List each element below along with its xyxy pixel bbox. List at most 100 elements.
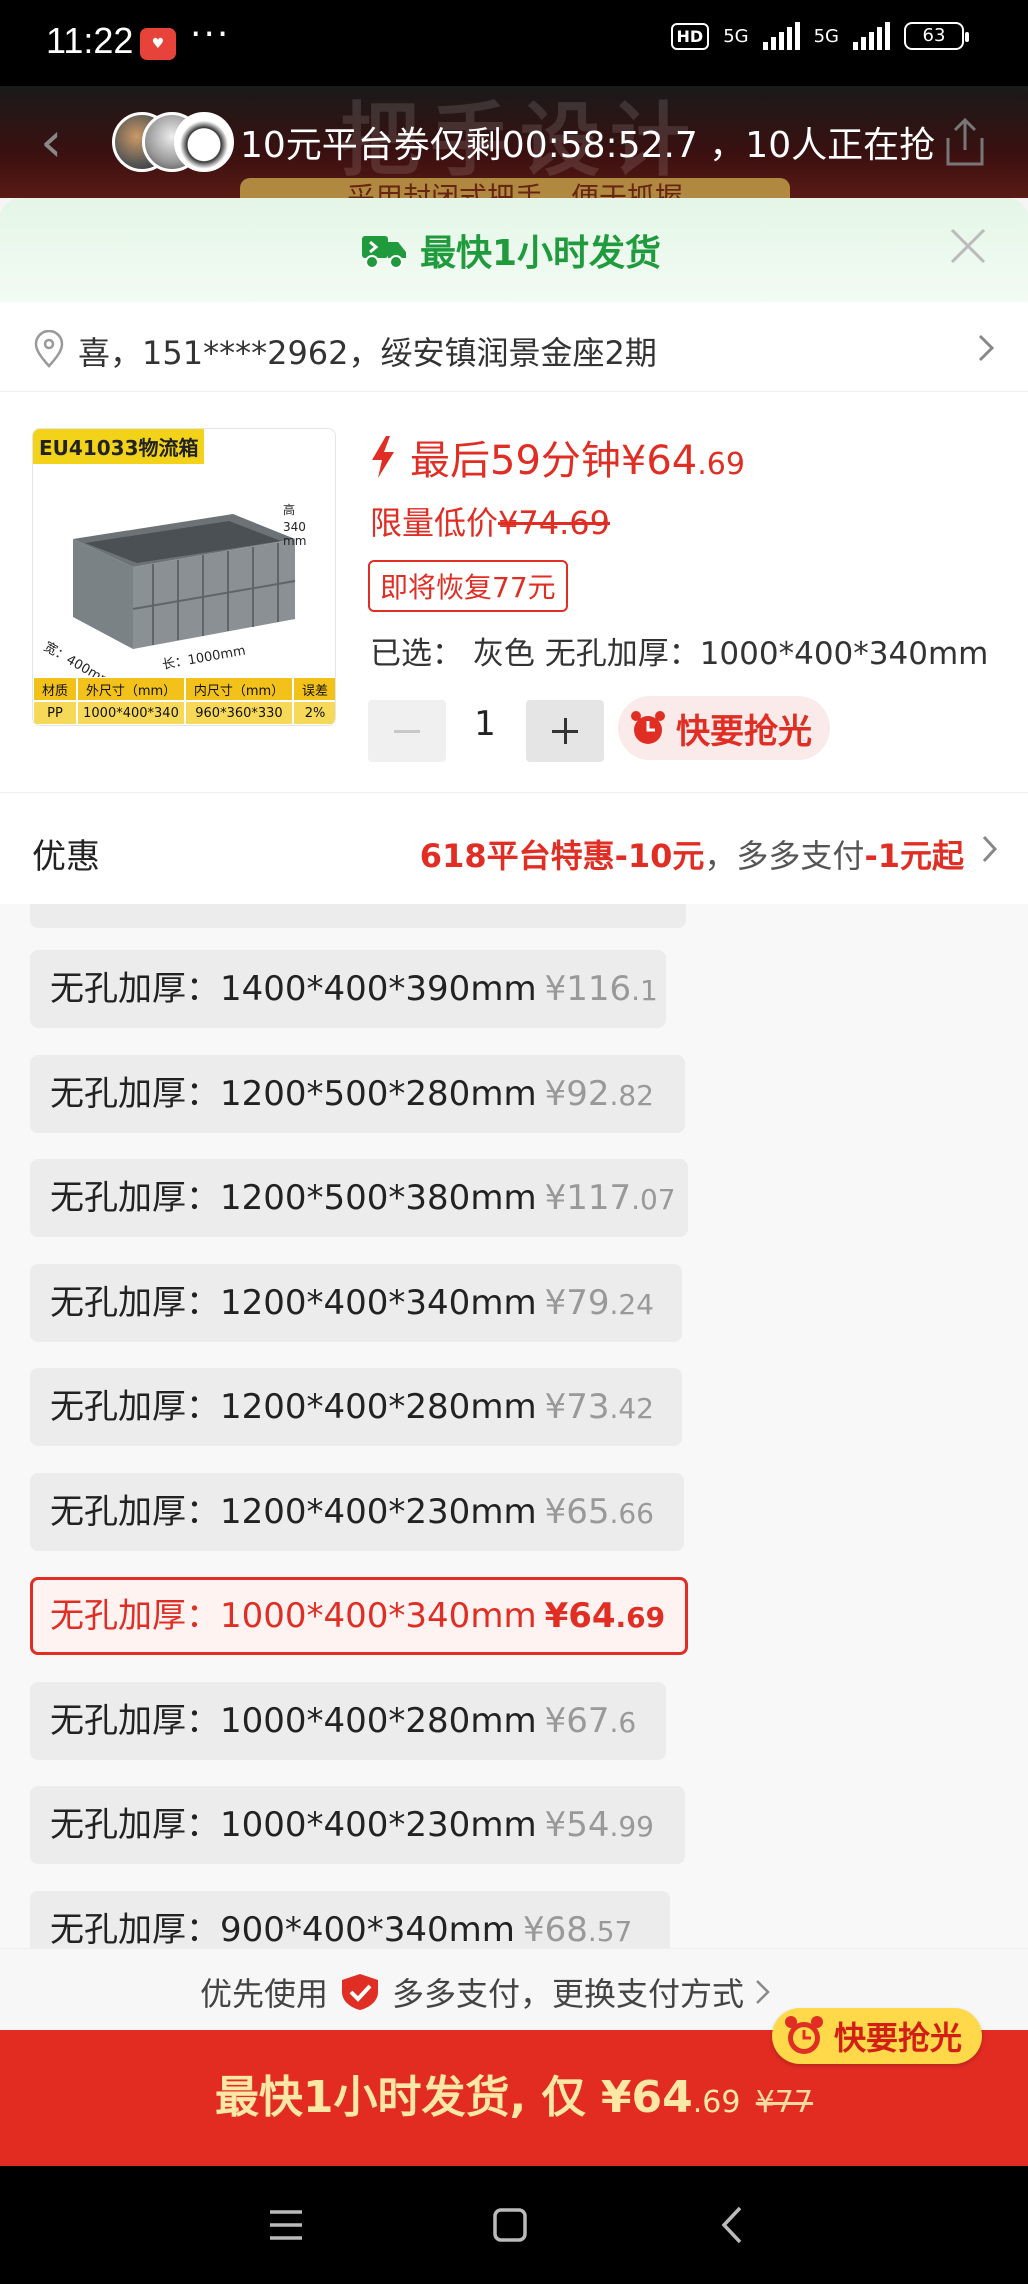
network-label-1: 5G <box>723 25 749 47</box>
discount-row[interactable]: 优惠 618平台特惠-10元，多多支付-1元起 <box>0 792 1028 904</box>
variant-price-main: ¥116 <box>544 969 632 1009</box>
variant-price: ¥117.07 <box>545 1178 676 1218</box>
variant-option[interactable]: 无孔加厚：900*400*340mm ¥68.57 <box>30 1890 670 1949</box>
variant-price-fraction: .6 <box>609 1705 637 1739</box>
variant-price-fraction: .82 <box>609 1078 654 1112</box>
variant-option-partial[interactable] <box>30 904 686 928</box>
quantity-decrease-button[interactable] <box>368 700 446 762</box>
share-icon[interactable] <box>942 116 988 168</box>
variant-list: 无孔加厚：1400*400*390mm ¥116.1 无孔加厚：1200*500*2… <box>0 904 1028 1948</box>
variant-option[interactable]: 无孔加厚：1000*400*230mm ¥54.99 <box>30 1786 685 1864</box>
spec-table: 材质 外尺寸（mm） 内尺寸（mm） 误差 PP 1000*400*340 96… <box>33 677 335 725</box>
variant-price-main: ¥79 <box>544 1282 610 1323</box>
alarm-clock-icon <box>785 2016 823 2054</box>
variant-price-main: ¥117 <box>544 1178 632 1218</box>
variant-price-fraction: .24 <box>609 1287 654 1321</box>
alarm-clock-icon <box>631 711 665 744</box>
spec-value: PP <box>33 701 77 725</box>
platform-discount: 618平台特惠-10元 <box>419 837 705 875</box>
variant-label: 无孔加厚：1200*400*280mm <box>50 1387 537 1427</box>
variant-label: 无孔加厚：1200*400*340mm <box>50 1282 537 1323</box>
svg-text:340: 340 <box>283 520 306 534</box>
system-navigation-bar <box>0 2166 1028 2284</box>
more-notifications-icon: ··· <box>190 14 231 55</box>
truck-icon <box>362 236 406 269</box>
variant-price-main: ¥64 <box>544 1596 616 1636</box>
variant-option-selected[interactable]: 无孔加厚：1000*400*340mm ¥64.69 <box>30 1577 688 1655</box>
variant-price-main: ¥54 <box>544 1805 610 1845</box>
variant-label: 无孔加厚：1000*400*340mm <box>50 1596 537 1636</box>
variant-price: ¥65.66 <box>545 1492 654 1532</box>
lightning-icon <box>372 436 394 478</box>
spec-header: 误差 <box>293 677 335 701</box>
spec-value: 960*360*330 <box>185 701 293 725</box>
variant-label: 无孔加厚：1000*400*280mm <box>50 1700 537 1741</box>
payment-discount: -1元起 <box>864 837 964 875</box>
variant-option[interactable]: 无孔加厚：1200*400*280mm ¥73.42 <box>30 1368 682 1446</box>
variant-price: ¥67.6 <box>545 1701 637 1741</box>
spec-value: 1000*400*340 <box>77 701 185 725</box>
product-image[interactable]: EU41033物流箱 高 340 mm 长：1000mm 宽：400mm 材质 … <box>32 428 336 726</box>
signal-icon <box>762 22 800 50</box>
address-row[interactable]: 喜，151****2962，绥安镇润景金座2期 <box>0 302 1028 392</box>
delivery-banner: 最快1小时发货 <box>0 198 1028 302</box>
coupon-countdown-text: 10元平台券仅剩00:58:52.7 ，10人正在抢 <box>240 125 936 166</box>
svg-text:高: 高 <box>283 502 295 517</box>
spec-header: 内尺寸（mm） <box>185 677 293 701</box>
variant-option[interactable]: 无孔加厚：1200*500*280mm ¥92.82 <box>30 1054 685 1133</box>
quantity-increase-button[interactable] <box>526 700 604 762</box>
variant-price-fraction: .69 <box>615 1601 666 1634</box>
selling-fast-cta-text: 快要抢光 <box>834 2019 963 2057</box>
variant-price: ¥68.57 <box>523 1910 632 1949</box>
variant-label: 无孔加厚：1000*400*230mm <box>50 1805 537 1845</box>
variant-price-fraction: .1 <box>631 974 658 1007</box>
variant-price: ¥64.69 <box>545 1596 666 1636</box>
variant-price-fraction: .99 <box>609 1810 654 1843</box>
payment-discount-label: ，多多支付 <box>704 837 865 875</box>
variant-option[interactable]: 无孔加厚：1200*500*380mm ¥117.07 <box>30 1159 688 1237</box>
status-indicators: HD 5G 5G 63 <box>670 22 969 50</box>
variant-price: ¥54.99 <box>545 1805 654 1845</box>
payment-prefix: 优先使用 <box>200 1975 329 2013</box>
chevron-right-icon <box>978 334 995 362</box>
variant-option[interactable]: 无孔加厚：1400*400*390mm ¥116.1 <box>30 950 666 1028</box>
app-notification-icon: ♥ <box>140 28 176 60</box>
coupon-countdown-banner: 把手设计 采用封闭式把手，便于抓握 ‹ 10元平台券仅剩00:58:52.7 ，… <box>0 86 1028 198</box>
variant-label: 无孔加厚：1200*500*280mm <box>50 1073 537 1114</box>
menu-icon[interactable] <box>262 2202 310 2248</box>
quantity-value: 1 <box>474 704 496 744</box>
back-button[interactable]: ‹ <box>40 115 80 171</box>
crate-illustration: 高 340 mm 长：1000mm 宽：400mm <box>41 502 306 691</box>
battery-icon: 63 <box>904 22 969 50</box>
close-icon[interactable] <box>946 224 990 268</box>
spec-header: 材质 <box>33 677 77 701</box>
variant-label: 无孔加厚：900*400*340mm <box>50 1909 515 1949</box>
variant-option[interactable]: 无孔加厚：1200*400*340mm ¥79.24 <box>30 1263 682 1342</box>
variant-price-fraction: .66 <box>609 1496 654 1530</box>
selling-fast-cta-badge: 快要抢光 <box>772 2008 983 2064</box>
variant-label: 无孔加厚：1200*400*230mm <box>50 1491 537 1532</box>
chevron-right-icon <box>982 835 998 863</box>
variant-price-fraction: .07 <box>631 1183 676 1216</box>
status-time: 11:22 <box>46 20 134 61</box>
variant-label: 无孔加厚：1200*500*380mm <box>50 1178 537 1218</box>
buy-now-main: 最快1小时发货, 仅 ¥64 <box>214 2072 693 2123</box>
hd-voice-icon: HD <box>670 22 710 50</box>
chevron-right-icon <box>756 1980 770 2004</box>
flash-price: 最后59分钟¥64.69 <box>410 428 745 486</box>
variant-price: ¥116.1 <box>545 969 658 1009</box>
variant-price-main: ¥65 <box>544 1491 610 1532</box>
variant-option[interactable]: 无孔加厚：1000*400*280mm ¥67.6 <box>30 1681 666 1760</box>
back-icon[interactable] <box>710 2202 758 2248</box>
selling-fast-badge: 快要抢光 <box>618 696 830 760</box>
variant-option[interactable]: 无孔加厚：1200*400*230mm ¥65.66 <box>30 1472 684 1551</box>
price-restore-badge: 即将恢复77元 <box>368 560 568 612</box>
variant-price-main: ¥92 <box>544 1073 610 1114</box>
duoduo-pay-icon <box>342 1974 379 2010</box>
variant-price-main: ¥67 <box>544 1700 610 1741</box>
variant-price-main: ¥68 <box>522 1909 588 1949</box>
location-pin-icon <box>34 330 64 368</box>
status-bar: 11:22 ♥ ··· HD 5G 5G 63 <box>0 0 1028 86</box>
svg-text:长：1000mm: 长：1000mm <box>161 644 247 673</box>
home-icon[interactable] <box>486 2202 534 2248</box>
